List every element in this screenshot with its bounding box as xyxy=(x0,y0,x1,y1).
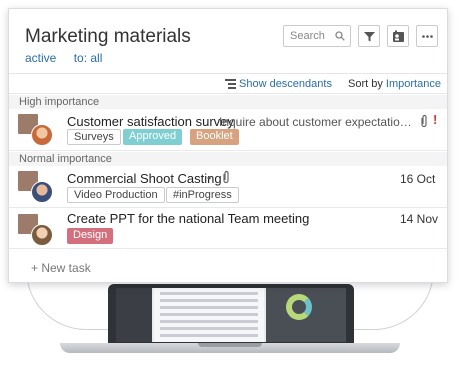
filters: active to: all xyxy=(25,51,116,65)
tag-video-production[interactable]: Video Production xyxy=(67,187,165,203)
hierarchy-icon xyxy=(225,79,236,89)
filter-status[interactable]: active xyxy=(25,51,56,65)
stage: Marketing materials active to: all Searc… xyxy=(0,0,460,371)
tag-surveys[interactable]: Surveys xyxy=(67,129,121,145)
task-due-date: 16 Oct xyxy=(400,172,436,186)
group-header-high: High importance xyxy=(9,95,447,109)
search-placeholder: Search xyxy=(290,30,325,42)
separator-dot: • xyxy=(207,171,212,185)
tag-in-progress[interactable]: #inProgress xyxy=(166,187,239,203)
search-input[interactable]: Search xyxy=(283,25,351,47)
new-task-button[interactable]: + New task xyxy=(31,261,91,275)
attachment-icon xyxy=(421,114,427,128)
important-icon: ! xyxy=(433,112,438,127)
laptop-screen-preview xyxy=(116,288,346,342)
filter-icon xyxy=(364,32,375,42)
task-title[interactable]: Customer satisfaction survey xyxy=(67,114,234,129)
avatar xyxy=(31,124,53,146)
sort-by[interactable]: Sort by Importance xyxy=(348,78,441,90)
filter-button[interactable] xyxy=(358,25,380,47)
tag-design[interactable]: Design xyxy=(67,228,114,244)
task-row[interactable]: Create PPT for the national Team meeting… xyxy=(9,209,447,249)
laptop-notch xyxy=(198,343,262,347)
task-description: Inquire about customer expectations a... xyxy=(219,115,415,129)
more-options-button[interactable] xyxy=(416,25,438,47)
page-title: Marketing materials xyxy=(25,26,191,47)
group-header-normal: Normal importance xyxy=(9,152,447,166)
attachment-icon xyxy=(223,170,229,184)
task-row[interactable]: Customer satisfaction survey Inquire abo… xyxy=(9,109,447,151)
task-row[interactable]: Commercial Shoot Casting • 16 Oct Video … xyxy=(9,166,447,208)
tasks-panel: Marketing materials active to: all Searc… xyxy=(8,8,448,283)
task-title[interactable]: Commercial Shoot Casting xyxy=(67,171,222,186)
avatar xyxy=(31,181,53,203)
avatar xyxy=(31,224,53,246)
tag-booklet[interactable]: Booklet xyxy=(190,129,239,145)
list-toolbar: Show descendants Sort by Importance xyxy=(9,73,447,94)
filter-assignee[interactable]: to: all xyxy=(74,51,103,65)
show-descendants-toggle[interactable]: Show descendants xyxy=(225,78,332,90)
sort-by-value: Importance xyxy=(385,78,441,90)
tag-approved[interactable]: Approved xyxy=(123,129,183,145)
ellipsis-icon xyxy=(422,35,433,38)
task-due-date: 14 Nov xyxy=(400,212,439,226)
show-descendants-label: Show descendants xyxy=(239,78,332,90)
sort-by-label: Sort by xyxy=(348,78,383,90)
task-title[interactable]: Create PPT for the national Team meeting xyxy=(67,211,309,226)
contacts-button[interactable] xyxy=(387,25,409,47)
search-icon xyxy=(335,31,345,41)
contact-card-icon xyxy=(393,30,404,42)
